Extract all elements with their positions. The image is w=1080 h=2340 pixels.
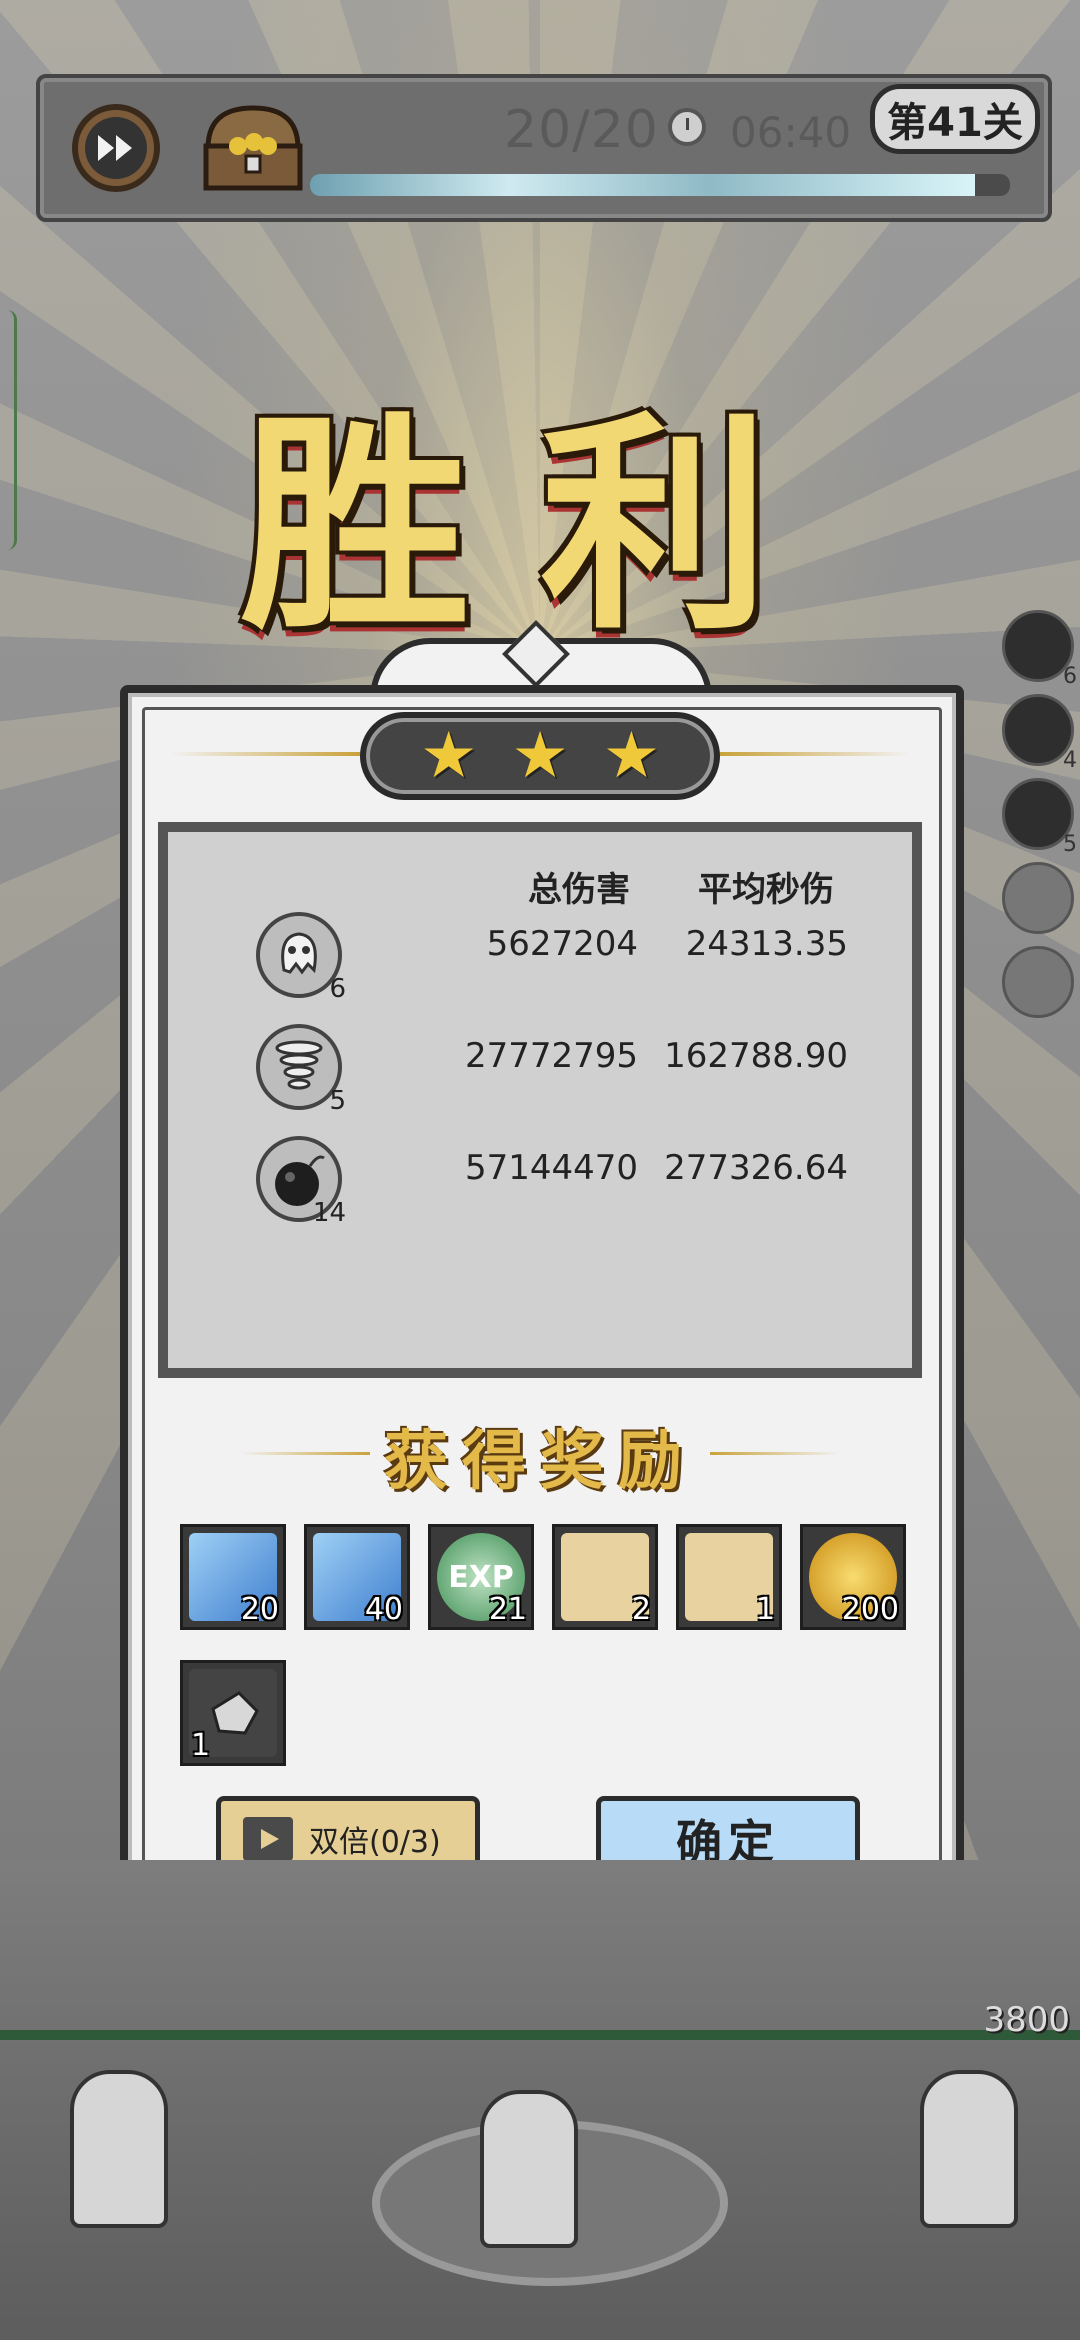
reward-item[interactable]: 2 <box>552 1524 658 1630</box>
side-skill-icon[interactable]: 6 <box>1002 610 1077 689</box>
skill-level: 14 <box>312 1198 346 1228</box>
side-skill-level: 6 <box>1063 664 1077 689</box>
reward-item[interactable]: 20 <box>180 1524 286 1630</box>
ghost-skill-icon: 6 <box>256 912 346 1004</box>
side-skill-icon[interactable]: 5 <box>1002 778 1077 857</box>
header-total-damage: 总伤害 <box>528 870 630 910</box>
base-hp-bar <box>0 2030 1080 2040</box>
reward-item[interactable]: EXP 21 <box>428 1524 534 1630</box>
reward-qty: 1 <box>191 1728 211 1763</box>
star-icon: ★ <box>419 719 478 793</box>
reward-qty: 40 <box>364 1592 403 1627</box>
reward-item[interactable]: 1 <box>180 1660 286 1766</box>
reward-qty: 21 <box>488 1592 527 1627</box>
reward-qty: 2 <box>631 1592 651 1627</box>
reward-item[interactable]: 200 <box>800 1524 906 1630</box>
star-icon: ★ <box>511 719 569 793</box>
wave-counter: 20/20 <box>504 100 659 160</box>
hero-figure <box>920 2070 1018 2228</box>
damage-stats-table: 总伤害 平均秒伤 6 5627204 24313.35 5 27772795 1… <box>158 822 922 1378</box>
side-skill-list: 6 4 5 <box>1002 610 1077 1030</box>
side-skill-level: 5 <box>1063 832 1077 857</box>
side-skill-level: 4 <box>1063 748 1077 773</box>
base-hp-value: 3800 <box>983 2000 1070 2040</box>
avg-dps-value: 277326.64 <box>664 1148 848 1188</box>
level-badge: 第41关 <box>870 84 1040 154</box>
wave-progress-bar <box>310 174 1010 196</box>
double-reward-label: 双倍(0/3) <box>309 1825 441 1860</box>
treasure-chest-icon[interactable] <box>198 98 308 194</box>
star-icon: ★ <box>602 719 661 793</box>
reward-item[interactable]: 1 <box>676 1524 782 1630</box>
skill-level: 6 <box>329 974 346 1004</box>
rewards-title: 获得奖励 <box>384 1424 696 1499</box>
wave-progress-fill <box>310 174 975 196</box>
reward-qty: 20 <box>240 1592 279 1627</box>
skill-level: 5 <box>329 1086 346 1116</box>
tornado-skill-icon: 5 <box>256 1024 346 1116</box>
bomb-skill-icon: 14 <box>256 1136 346 1228</box>
reward-qty: 1 <box>755 1592 775 1627</box>
hero-figure <box>480 2090 578 2248</box>
divider-left <box>170 752 360 756</box>
header-avg-dps: 平均秒伤 <box>698 870 834 910</box>
reward-item[interactable]: 40 <box>304 1524 410 1630</box>
fast-forward-icon <box>85 117 147 179</box>
timer: 06:40 <box>730 108 852 157</box>
total-damage-value: 57144470 <box>464 1148 638 1188</box>
video-ad-icon <box>243 1817 293 1861</box>
victory-title: 胜利 <box>240 391 840 661</box>
avg-dps-value: 24313.35 <box>685 924 848 964</box>
hero-figure <box>70 2070 168 2228</box>
side-skill-slot-empty[interactable] <box>1002 862 1074 934</box>
divider-right <box>720 752 910 756</box>
side-skill-icon[interactable]: 4 <box>1002 694 1077 773</box>
side-skill-slot-empty[interactable] <box>1002 946 1074 1018</box>
total-damage-value: 5627204 <box>486 924 638 964</box>
clock-icon <box>668 108 706 146</box>
top-bar: 20/20 06:40 第41关 <box>36 74 1052 222</box>
reward-qty: 200 <box>841 1592 899 1627</box>
total-damage-value: 27772795 <box>464 1036 638 1076</box>
star-rating: ★ ★ ★ <box>360 712 720 800</box>
fast-forward-button[interactable] <box>72 104 160 192</box>
avg-dps-value: 162788.90 <box>664 1036 848 1076</box>
